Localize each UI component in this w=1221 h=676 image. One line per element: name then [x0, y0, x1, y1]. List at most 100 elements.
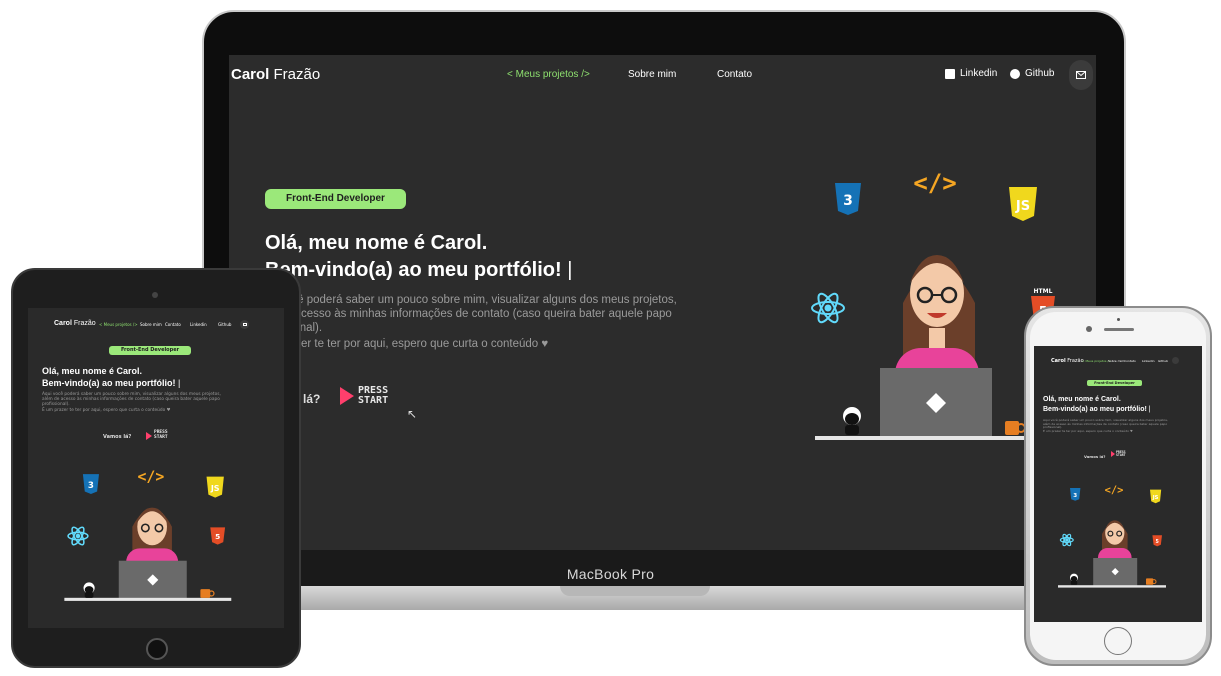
- tablet-home-button[interactable]: [146, 638, 168, 660]
- css3-icon: 3: [82, 474, 99, 494]
- github-octocat-icon: [1070, 573, 1078, 585]
- brand-logo[interactable]: Carol Frazão: [54, 320, 96, 327]
- linkedin-label: Linkedin: [960, 68, 998, 79]
- nav-contact[interactable]: Contato: [1124, 359, 1136, 363]
- css3-icon: 3: [835, 183, 861, 215]
- html5-icon: 5: [1152, 535, 1162, 547]
- coffee-mug-icon: [1005, 421, 1026, 435]
- react-icon: [811, 292, 845, 324]
- macbook-screen: Carol Frazão < Meus projetos /> Sobre mi…: [229, 55, 1096, 550]
- hero-description: ocê poderá saber um pouco sobre mim, vis…: [285, 293, 677, 351]
- github-link[interactable]: Github: [218, 322, 231, 327]
- brand-first: Carol: [1051, 358, 1066, 364]
- linkedin-icon: [945, 68, 955, 79]
- linkedin-link[interactable]: Linkedin: [945, 68, 997, 79]
- github-octocat-icon: [843, 407, 861, 435]
- press-line2: START: [358, 395, 389, 406]
- svg-text:5: 5: [1156, 539, 1159, 545]
- role-badge: Front-End Developer: [265, 189, 406, 209]
- nav-contact[interactable]: Contato: [717, 69, 752, 80]
- phone-home-button[interactable]: [1104, 627, 1132, 655]
- desc-line: É um prazer te ter por aqui, espero que …: [42, 407, 171, 413]
- linkedin-link[interactable]: Linkedin: [1142, 359, 1155, 363]
- brand-logo[interactable]: Carol Frazão: [1051, 358, 1084, 364]
- press-line2: START: [154, 434, 168, 440]
- github-label: Github: [1025, 68, 1055, 79]
- press-line2: START: [1116, 453, 1126, 458]
- tablet-screen: Carol Frazão < Meus projetos /> Sobre mi…: [28, 308, 284, 628]
- svg-text:3: 3: [88, 481, 94, 491]
- nav-projects[interactable]: < Meus projetos />: [507, 69, 590, 80]
- nav-about[interactable]: Sobre mim: [1108, 359, 1124, 363]
- desc-line: razer te ter por aqui, espero que curta …: [285, 338, 549, 350]
- email-button[interactable]: [1069, 60, 1093, 90]
- play-icon: [1111, 451, 1115, 458]
- nav-contact[interactable]: Contato: [165, 322, 181, 327]
- hero-description: Aqui você poderá saber um pouco sobre mi…: [42, 392, 274, 413]
- github-octocat-icon: [83, 582, 95, 598]
- hero-title-text: Bem-vindo(a) ao meu portfólio!: [42, 378, 176, 388]
- nav-projects[interactable]: < Meus projetos />: [99, 322, 138, 327]
- phone-screen: Carol Frazão < Meus projetos /> Sobre mi…: [1034, 346, 1202, 622]
- email-button[interactable]: [1172, 357, 1179, 364]
- press-start-button[interactable]: PRESS START: [340, 386, 388, 406]
- nav-projects[interactable]: < Meus projetos />: [1082, 359, 1111, 363]
- hero-title-line1: Olá, meu nome é Carol.: [1043, 396, 1121, 403]
- desk: [64, 597, 232, 601]
- code-icon: </>: [138, 469, 165, 486]
- brand-first: Carol: [54, 320, 72, 327]
- coffee-mug-icon: [200, 589, 215, 598]
- github-link[interactable]: Github: [1158, 359, 1168, 363]
- svg-text:HTML: HTML: [1034, 288, 1053, 295]
- role-badge: Front-End Developer: [1087, 380, 1142, 386]
- svg-text:</>: </>: [1105, 485, 1124, 497]
- desk: [1058, 585, 1166, 588]
- js-icon: JS: [206, 476, 224, 498]
- hero-title-line2: Bem-vindo(a) ao meu portfólio! |: [1043, 406, 1151, 413]
- svg-text:</>: </>: [913, 169, 956, 197]
- html5-icon: 5: [210, 527, 226, 545]
- svg-text:5: 5: [215, 532, 220, 541]
- github-link[interactable]: Github: [1010, 68, 1054, 79]
- react-icon: [67, 526, 89, 546]
- react-icon: [1059, 533, 1074, 547]
- typing-cursor: |: [178, 378, 181, 388]
- desk: [815, 436, 1025, 440]
- nav-about[interactable]: Sobre mim: [140, 322, 162, 327]
- hero-title-line2: Bem-vindo(a) ao meu portfólio! |: [265, 259, 572, 282]
- github-label: Github: [1158, 359, 1169, 363]
- typing-cursor: |: [1148, 406, 1151, 413]
- cta-label: Vamos lá?: [1084, 454, 1106, 459]
- linkedin-label: Linkedin: [1142, 359, 1155, 363]
- hero-title-line1: Olá, meu nome é Carol.: [265, 232, 488, 254]
- press-start-label: PRESS START: [154, 430, 168, 440]
- svg-text:JS: JS: [1152, 495, 1159, 501]
- brand-last: Frazão: [73, 320, 96, 327]
- brand-logo[interactable]: Carol Frazão: [231, 66, 320, 83]
- laptop-illustration: [118, 560, 187, 600]
- press-start-button[interactable]: PRESS START: [1111, 450, 1126, 458]
- linkedin-link[interactable]: Linkedin: [190, 322, 207, 327]
- brand-last: Frazão: [273, 66, 321, 83]
- press-start-button[interactable]: PRESS START: [146, 430, 168, 440]
- svg-text:3: 3: [843, 193, 853, 209]
- press-start-label: PRESS START: [1116, 450, 1126, 458]
- developer-illustration: 3 </> JS 5: [64, 469, 232, 601]
- play-icon: [340, 387, 354, 405]
- css3-icon: 3: [1070, 488, 1081, 501]
- email-button[interactable]: [240, 320, 249, 329]
- phone-speaker: [1104, 328, 1134, 331]
- developer-illustration: 3 </> JS 5: [1058, 485, 1166, 588]
- desc-line: ocê poderá saber um pouco sobre mim, vis…: [285, 294, 677, 306]
- nav-about[interactable]: Sobre mim: [628, 69, 676, 80]
- svg-text:JS: JS: [1015, 199, 1030, 214]
- typing-cursor: |: [567, 259, 573, 281]
- hero-title-line2: Bem-vindo(a) ao meu portfólio! |: [42, 378, 180, 388]
- cursor-icon: ↖: [407, 407, 418, 421]
- linkedin-label: Linkedin: [190, 322, 207, 327]
- desc-line: e acesso às minhas informações de contat…: [285, 308, 672, 320]
- hero-description: Aqui você poderá saber um pouco sobre mi…: [1043, 418, 1195, 434]
- svg-text:</>: </>: [138, 469, 165, 486]
- desc-line: sional).: [285, 322, 323, 334]
- brand-first: Carol: [231, 66, 270, 83]
